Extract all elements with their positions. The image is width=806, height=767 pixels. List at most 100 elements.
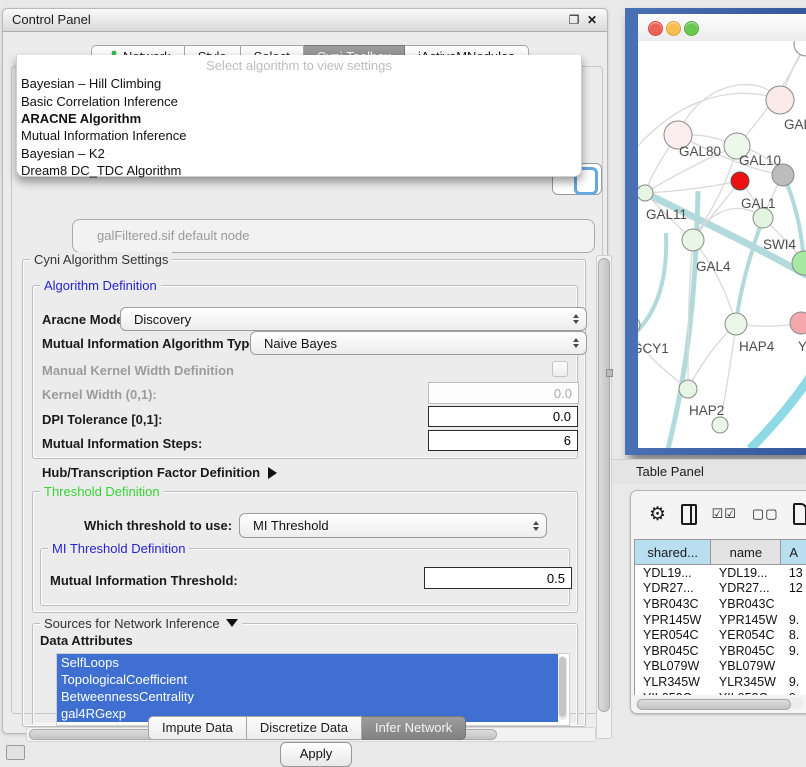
table-horizontal-scrollbar[interactable] [635,698,803,709]
manual-kernel-checkbox[interactable] [552,361,568,377]
which-threshold-value: MI Threshold [253,518,329,533]
list-scrollbar[interactable] [558,656,567,720]
aracne-mode-value: Discovery [134,312,191,327]
which-threshold-combo[interactable]: MI Threshold [239,513,547,538]
column-header[interactable]: A [781,540,806,565]
table-cell: YIL052C [635,690,711,695]
table-cell: 13 [781,565,806,581]
mac-zoom-icon[interactable] [684,21,699,36]
table-cell: YER054C [635,627,711,643]
table-cell: YLR345W [635,674,711,690]
table-row[interactable]: YBR045CYBR045C9. [635,643,806,659]
mi-type-value: Naive Bayes [264,336,337,351]
algorithm-option[interactable]: Basic Correlation Inference [17,92,581,109]
mac-close-icon[interactable] [648,21,663,36]
algorithm-option[interactable]: ARACNE Algorithm [17,110,581,127]
data-attribute-item[interactable]: TopologicalCoefficient [57,671,558,688]
tab-label: Infer Network [375,720,452,735]
hub-definition-label: Hub/Transcription Factor Definition [42,465,260,480]
table-cell: 9. [781,612,806,628]
network-node[interactable] [790,312,806,334]
table-row[interactable]: YPR145WYPR145W9. [635,612,806,628]
network-node[interactable] [638,185,653,201]
node-label: GAL4 [696,259,731,274]
network-canvas[interactable]: GALGAL80GAL10GAL1GAL11GAL4SWI4GCY1HAP4YH… [638,41,806,448]
spinner-icon [573,314,579,324]
network-window-titlebar[interactable] [638,14,806,42]
table-row[interactable]: YDL19...YDL19...13 [635,565,806,581]
chevron-right-icon [268,467,277,479]
scrollbar-thumb[interactable] [598,258,610,712]
table-cell: 9. [781,690,806,695]
dpi-tolerance-input[interactable]: 0.0 [428,406,578,427]
mi-steps-input[interactable]: 6 [428,430,578,451]
network-node[interactable] [679,380,697,398]
deselect-all-checkboxes-icon[interactable]: ▢▢ [752,506,779,522]
network-view-window: GALGAL80GAL10GAL1GAL11GAL4SWI4GCY1HAP4YH… [625,8,806,455]
settings-vertical-scrollbar[interactable] [596,255,612,739]
column-header[interactable]: name [711,540,781,565]
aracne-mode-combo[interactable]: Discovery [120,307,587,331]
node-label: GAL10 [739,153,781,168]
scrollbar-thumb[interactable] [559,657,566,717]
kernel-width-input[interactable]: 0.0 [428,382,579,404]
network-node[interactable] [725,313,747,335]
table-cell: YBR045C [711,643,781,659]
network-graph: GALGAL80GAL10GAL1GAL11GAL4SWI4GCY1HAP4YH… [638,41,806,448]
algorithm-option[interactable]: Dream8 DC_TDC Algorithm [17,162,581,179]
control-panel-titlebar: Control Panel ❐ ✕ [3,9,607,32]
table-row[interactable]: YIL052CYIL052C9. [635,690,806,695]
data-attribute-item[interactable]: BetweennessCentrality [57,688,558,705]
algorithm-option[interactable]: Bayesian – K2 [17,145,581,162]
network-attributes-combo[interactable]: galFiltered.sif default node [72,219,595,253]
table-row[interactable]: YBL079WYBL079W [635,659,806,675]
table-cell: YPR145W [635,612,711,628]
scrollbar-thumb[interactable] [637,699,791,710]
tab-discretize-data[interactable]: Discretize Data [247,716,362,740]
network-node[interactable] [682,229,704,251]
hub-definition-toggle[interactable]: Hub/Transcription Factor Definition [42,465,277,480]
network-node[interactable] [731,172,749,190]
close-window-icon[interactable]: ✕ [585,13,599,27]
function-builder-icon[interactable] [793,503,806,525]
columns-icon[interactable] [681,504,697,525]
spinner-icon [533,521,539,531]
mi-type-combo[interactable]: Naive Bayes [250,331,587,355]
node-label: GAL1 [741,196,776,211]
table-row[interactable]: YDR27...YDR27...12 [635,581,806,597]
table-row[interactable]: YBR043CYBR043C [635,596,806,612]
network-node[interactable] [766,86,794,114]
data-attribute-item[interactable]: SelfLoops [57,654,558,671]
tab-impute-data[interactable]: Impute Data [148,716,247,740]
sources-toggle[interactable]: Sources for Network Inference [40,616,242,631]
node-label: Y [798,339,806,354]
algorithm-dropdown-list: Select algorithm to view settings Bayesi… [16,55,582,177]
mac-minimize-icon[interactable] [666,21,681,36]
mi-threshold-input[interactable]: 0.5 [424,567,572,589]
table-cell: YBL079W [635,659,711,675]
aracne-mode-label: Aracne Mode: [42,312,128,327]
data-attributes-label: Data Attributes [40,633,133,648]
algorithm-option[interactable]: Mutual Information Inference [17,127,581,144]
table-cell [781,659,806,675]
table-cell: YIL052C [711,690,781,695]
apply-button[interactable]: Apply [280,742,352,767]
network-node[interactable] [794,41,806,56]
table-cell: 8. [781,627,806,643]
gear-icon[interactable]: ⚙ [649,505,666,524]
network-node[interactable] [753,208,773,228]
select-all-checkboxes-icon[interactable]: ☑☑ [712,506,737,522]
node-table[interactable]: shared...nameA YDL19...YDL19...13YDR27..… [634,539,806,695]
minimized-panel-icon[interactable] [6,745,25,760]
table-cell: 12 [781,581,806,597]
tab-infer-network[interactable]: Infer Network [362,716,466,740]
network-node[interactable] [712,417,728,433]
splitter-handle[interactable] [606,369,613,377]
float-window-icon[interactable]: ❐ [567,13,581,27]
table-row[interactable]: YLR345WYLR345W9. [635,674,806,690]
table-row[interactable]: YER054CYER054C8. [635,627,806,643]
group-title: Cyni Algorithm Settings [30,252,172,267]
table-cell: YDL19... [711,565,781,581]
column-header[interactable]: shared... [635,540,711,565]
algorithm-option[interactable]: Bayesian – Hill Climbing [17,75,581,92]
